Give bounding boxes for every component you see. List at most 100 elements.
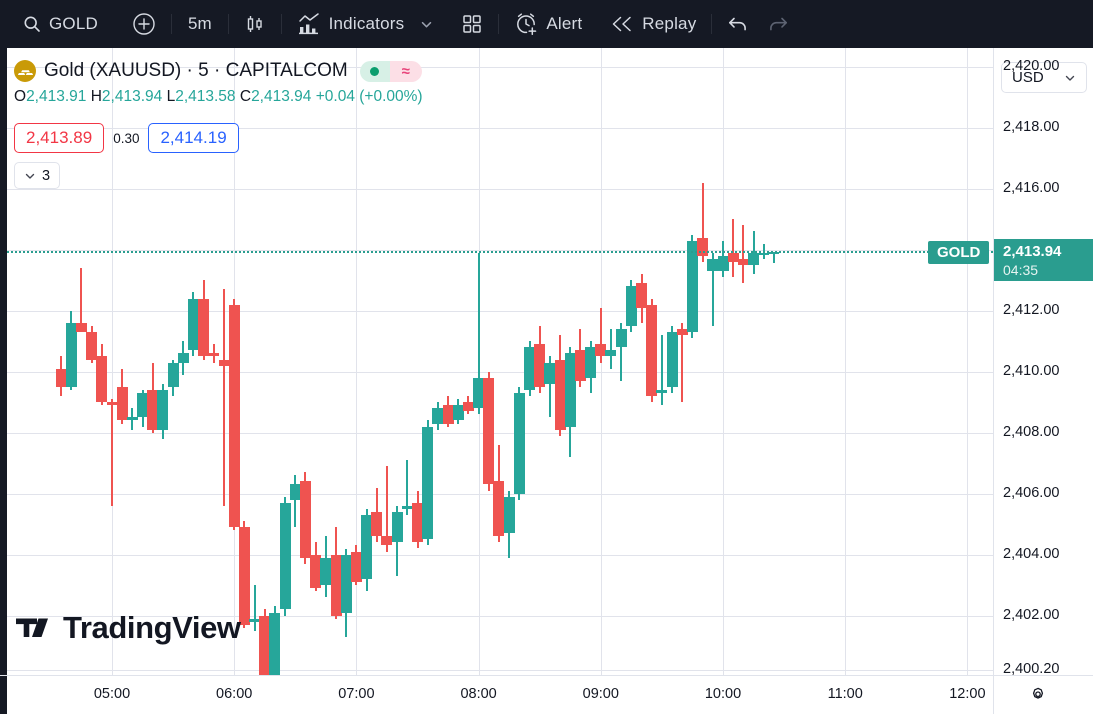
candle-wick (294, 475, 297, 528)
candlestick-bar (269, 606, 281, 675)
price-tick-label: 2,406.00 (1003, 484, 1060, 501)
grid-line-vertical (845, 48, 846, 675)
plus-circle-icon (132, 12, 156, 36)
ask-price-button[interactable]: 2,414.19 (148, 123, 239, 153)
undo-button[interactable] (718, 7, 758, 41)
alert-button[interactable]: Alert (505, 7, 591, 41)
interval-button[interactable]: 5m (178, 7, 222, 41)
candlestick-icon (244, 13, 266, 35)
candle-body (422, 426, 434, 540)
gold-bars-icon (14, 60, 36, 82)
candle-body (503, 496, 515, 534)
legend-ohlc-values: O2,413.91 H2,413.94 L2,413.58 C2,413.94 … (14, 88, 423, 106)
current-price-label: 2,413.94 04:35 (994, 238, 1093, 281)
ohlc-change: +0.04 (+0.00%) (315, 88, 423, 105)
undo-arrow-icon (727, 13, 749, 35)
indicators-icon (297, 12, 321, 36)
candle-body (513, 393, 525, 494)
candle-body (391, 511, 403, 543)
rewind-icon (610, 13, 634, 35)
redo-button[interactable] (758, 7, 798, 41)
symbol-ticker: (XAUUSD) (89, 60, 182, 81)
time-tick-label: 10:00 (704, 686, 742, 702)
legend-title-row: Gold (XAUUSD) · 5 · CAPITALCOM ≈ (14, 60, 423, 82)
symbol-title[interactable]: Gold (XAUUSD) · 5 · CAPITALCOM (44, 60, 348, 82)
price-tick-label: 2,420.00 (1003, 57, 1060, 74)
order-quantity-selector[interactable]: 3 (14, 162, 61, 189)
price-tick-label: 2,404.00 (1003, 545, 1060, 562)
price-axis[interactable]: USD 2,420.00 2,418.00 2,416.00 2,412.00 2,41… (993, 48, 1093, 677)
candle-body (228, 304, 240, 528)
time-tick-label: 12:00 (949, 686, 986, 702)
market-open-dot (370, 66, 380, 76)
symbol-search-label: GOLD (49, 14, 98, 33)
ohlc-h-label: H (90, 88, 102, 105)
layouts-button[interactable] (452, 7, 492, 41)
ohlc-l-value: 2,413.58 (175, 88, 236, 105)
time-tick-label: 06:00 (216, 686, 253, 702)
indicators-button[interactable]: Indicators (288, 7, 414, 41)
candlestick-bar (96, 344, 108, 406)
candle-body (65, 322, 77, 387)
candle-body (96, 356, 108, 403)
order-quantity-value: 3 (42, 167, 51, 184)
candlestick-bar (513, 386, 525, 500)
bar-countdown: 04:35 (1003, 261, 1039, 278)
price-tick-label: 2,410.00 (1003, 362, 1060, 379)
candlestick-bar (503, 490, 515, 558)
time-axis-divider (993, 676, 994, 714)
gear-icon[interactable] (1026, 683, 1050, 707)
ohlc-o-label: O (14, 88, 27, 105)
time-tick-label: 05:00 (93, 686, 131, 702)
grid-layout-icon (461, 13, 483, 35)
ohlc-c-label: C (239, 88, 252, 105)
chart-canvas[interactable]: TradingView GOLD Gold (XAUUSD) · 5 · CAP… (0, 48, 993, 675)
toolbar-divider-5 (711, 14, 713, 34)
bid-price-button[interactable]: 2,413.89 (14, 123, 105, 153)
add-symbol-button[interactable] (123, 7, 165, 41)
toolbar-divider-1 (170, 14, 172, 34)
time-tick-label: 08:00 (460, 686, 497, 702)
candle-wick (742, 225, 745, 284)
current-price-value: 2,413.94 (1003, 242, 1062, 260)
current-price-line (0, 250, 993, 253)
legend-exchange: CAPITALCOM (225, 60, 348, 81)
ohlc-o-value: 2,413.91 (26, 88, 87, 105)
market-status-badge[interactable]: ≈ (359, 60, 422, 82)
price-tick-label: 2,408.00 (1003, 423, 1060, 440)
redo-arrow-icon (767, 13, 789, 35)
search-icon (23, 15, 41, 33)
time-axis[interactable]: 05:00 06:00 07:00 08:00 09:00 10:00 11:00 12:00 (0, 675, 1093, 714)
indicators-label: Indicators (328, 14, 405, 33)
tradingview-logo-icon (16, 615, 54, 641)
legend-sep-1: · (186, 60, 193, 81)
candlestick-bar (422, 420, 434, 546)
alarm-clock-plus-icon (514, 12, 538, 36)
chevron-down-icon (419, 17, 434, 32)
replay-button[interactable]: Replay (601, 7, 705, 41)
toolbar-divider-2 (227, 14, 229, 34)
chevron-down-icon (1064, 72, 1076, 84)
interval-label: 5m (187, 14, 212, 33)
candle-wick (111, 399, 113, 506)
candlestick-bar (228, 298, 240, 531)
symbol-search-button[interactable]: GOLD (14, 7, 107, 41)
time-tick-label: 11:00 (827, 686, 863, 702)
legend-interval: 5 (198, 60, 209, 81)
left-toolbar-rail (0, 48, 7, 675)
chart-legend: Gold (XAUUSD) · 5 · CAPITALCOM ≈ O2,413.… (14, 60, 423, 106)
grid-line-vertical (967, 48, 968, 675)
indicators-dropdown-button[interactable] (413, 7, 440, 41)
candle-wick (660, 335, 663, 406)
time-tick-label: 09:00 (582, 686, 619, 702)
toolbar-divider-4 (498, 14, 500, 34)
ohlc-c-value: 2,413.94 (251, 88, 312, 105)
candlestick-bar (75, 268, 87, 333)
candle-wick (223, 289, 226, 506)
toolbar-divider-3 (280, 14, 282, 34)
candle-wick (609, 329, 612, 369)
spread-value: 0.30 (113, 130, 140, 146)
top-toolbar: GOLD 5m Indicators Alert Replay (0, 0, 1093, 48)
price-tick-label: 2,418.00 (1003, 118, 1060, 135)
chart-type-button[interactable] (235, 7, 275, 41)
